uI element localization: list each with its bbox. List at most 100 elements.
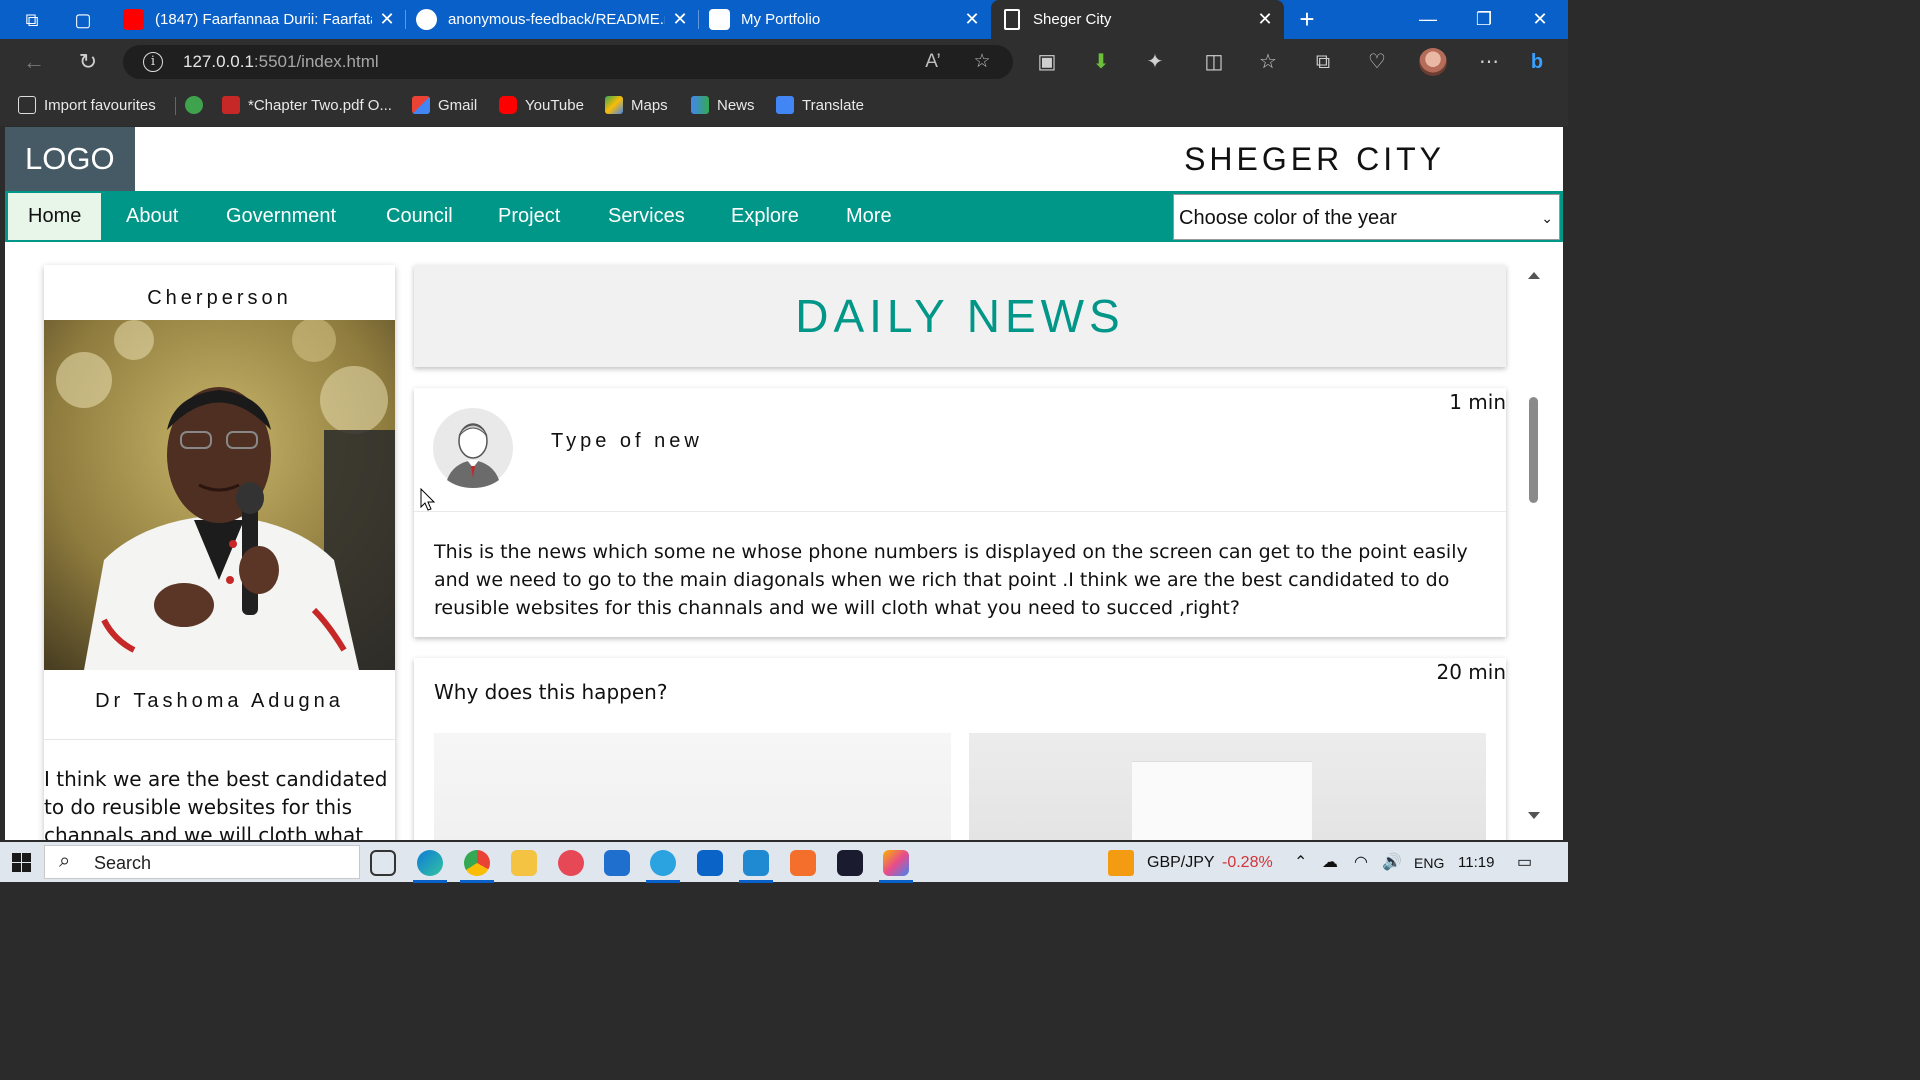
back-icon[interactable]: ← — [20, 48, 48, 76]
task-view-icon[interactable] — [370, 850, 396, 876]
color-of-year-select[interactable]: Choose color of the year ⌄ — [1173, 194, 1560, 240]
clock[interactable]: 11:19 — [1458, 842, 1494, 882]
tab-portfolio[interactable]: My Portfolio ✕ — [699, 0, 991, 39]
extensions-puzzle-icon[interactable]: ✦ — [1142, 49, 1168, 75]
youtube-icon — [499, 96, 517, 114]
news-image[interactable] — [434, 733, 951, 840]
extension-icon[interactable]: ▣ — [1034, 49, 1060, 75]
nav-services[interactable]: Services — [588, 193, 705, 240]
page-scrollbar[interactable] — [1524, 242, 1546, 840]
download-icon[interactable]: ⬇ — [1088, 49, 1114, 75]
url-path: :5501/index.html — [253, 52, 379, 71]
news-card[interactable]: 1 min Type of new This is the news which… — [414, 388, 1506, 637]
author-avatar-icon — [433, 408, 513, 488]
favorites-icon[interactable]: ☆ — [1255, 49, 1281, 75]
close-icon[interactable]: ✕ — [671, 0, 689, 39]
favourite-translate[interactable]: Translate — [776, 85, 864, 126]
favourite-green-site[interactable] — [185, 85, 211, 126]
nav-about[interactable]: About — [106, 193, 198, 240]
tab-sheger-city[interactable]: Sheger City ✕ — [991, 0, 1284, 39]
edge-icon[interactable] — [413, 850, 447, 883]
site-info-icon[interactable]: i — [143, 52, 163, 72]
volume-icon[interactable]: 🔊 — [1382, 842, 1402, 882]
address-url[interactable]: 127.0.0.1:5501/index.html — [183, 45, 379, 79]
file-explorer-icon[interactable] — [511, 850, 537, 876]
language-indicator[interactable]: ENG — [1414, 842, 1444, 882]
news-image[interactable] — [969, 733, 1486, 840]
design-app-icon[interactable] — [837, 850, 863, 876]
ticker-change[interactable]: -0.28% — [1222, 842, 1273, 882]
windows-start-icon[interactable] — [12, 853, 31, 872]
split-screen-icon[interactable]: ◫ — [1201, 49, 1227, 75]
close-icon[interactable]: ✕ — [963, 0, 981, 39]
read-aloud-icon[interactable]: A’ — [921, 50, 945, 74]
restore-icon[interactable]: ❐ — [1456, 0, 1512, 39]
favourite-chapter-two[interactable]: *Chapter Two.pdf O... — [222, 85, 392, 126]
card-divider — [44, 739, 395, 740]
tab-youtube[interactable]: (1847) Faarfannaa Durii: Faarfata ✕ — [113, 0, 406, 39]
tab-github[interactable]: anonymous-feedback/README.m ✕ — [406, 0, 699, 39]
favourite-label: Import favourites — [44, 97, 156, 114]
search-placeholder: Search — [94, 853, 152, 873]
news-card[interactable]: 20 min Why does this happen? — [414, 658, 1506, 840]
favourite-label: *Chapter Two.pdf O... — [248, 97, 392, 114]
taskbar-search[interactable]: ⌕ Search — [44, 845, 360, 879]
page-viewport: LOGO SHEGER CITY Home About Government C… — [5, 127, 1563, 840]
github-icon — [416, 9, 437, 30]
nav-more[interactable]: More — [826, 193, 912, 240]
profile-avatar[interactable] — [1419, 48, 1447, 76]
close-icon[interactable]: ✕ — [1256, 0, 1274, 39]
favourite-import[interactable]: Import favourites — [18, 85, 156, 126]
read-time: 20 min — [1436, 660, 1506, 684]
scrollbar-thumb[interactable] — [1529, 397, 1538, 503]
nav-home[interactable]: Home — [8, 193, 102, 240]
colorful-app-icon[interactable] — [879, 850, 913, 883]
minimize-icon[interactable]: — — [1400, 0, 1456, 39]
workspaces-icon[interactable]: ⧉ — [20, 8, 44, 32]
refresh-icon[interactable]: ↻ — [74, 48, 102, 76]
browser-essentials-icon[interactable]: ♡ — [1364, 49, 1390, 75]
close-icon[interactable]: ✕ — [378, 0, 396, 39]
nav-explore[interactable]: Explore — [711, 193, 819, 240]
address-bar[interactable]: i 127.0.0.1:5501/index.html A’ ☆ — [123, 45, 1013, 79]
window-close-icon[interactable]: ✕ — [1512, 0, 1568, 39]
chairperson-name: Dr Tashoma Adugna — [95, 690, 344, 712]
wifi-icon[interactable]: ◠ — [1354, 842, 1368, 882]
collections-icon[interactable]: ⧉ — [1310, 49, 1336, 75]
favorite-star-icon[interactable]: ☆ — [970, 50, 994, 74]
scroll-up-icon[interactable] — [1528, 272, 1540, 279]
site-logo[interactable]: LOGO — [5, 127, 135, 191]
copilot-icon[interactable]: b — [1524, 49, 1550, 75]
nav-project[interactable]: Project — [478, 193, 580, 240]
new-tab-icon[interactable]: + — [1293, 5, 1321, 33]
vscode-icon[interactable] — [739, 850, 773, 883]
scroll-down-icon[interactable] — [1528, 812, 1540, 819]
favourite-youtube[interactable]: YouTube — [499, 85, 584, 126]
tab-actions-icon[interactable]: ▢ — [71, 8, 95, 32]
more-icon[interactable]: ⋯ — [1476, 49, 1502, 75]
favourite-news[interactable]: News — [691, 85, 755, 126]
translate-icon — [776, 96, 794, 114]
recorder-icon[interactable] — [558, 850, 584, 876]
maps-icon — [605, 96, 623, 114]
url-host: 127.0.0.1 — [183, 52, 254, 71]
favourite-gmail[interactable]: Gmail — [412, 85, 477, 126]
ticker-pair[interactable]: GBP/JPY — [1147, 842, 1215, 882]
chevron-up-icon[interactable]: ⌃ — [1294, 842, 1307, 882]
favourite-maps[interactable]: Maps — [605, 85, 668, 126]
telegram-icon[interactable] — [646, 850, 680, 883]
mail-icon[interactable] — [697, 850, 723, 876]
notifications-icon[interactable]: ▭ — [1517, 842, 1532, 882]
nav-government[interactable]: Government — [206, 193, 356, 240]
xampp-icon[interactable] — [790, 850, 816, 876]
daily-news-title: DAILY NEWS — [795, 290, 1125, 342]
favourite-label: News — [717, 97, 755, 114]
portfolio-icon — [709, 9, 730, 30]
store-icon[interactable] — [604, 850, 630, 876]
nav-council[interactable]: Council — [366, 193, 473, 240]
youtube-icon — [123, 9, 144, 30]
chrome-icon[interactable] — [460, 850, 494, 883]
pdf-icon — [222, 96, 240, 114]
cloud-icon[interactable]: ☁ — [1322, 842, 1338, 882]
page-icon — [1004, 9, 1020, 30]
